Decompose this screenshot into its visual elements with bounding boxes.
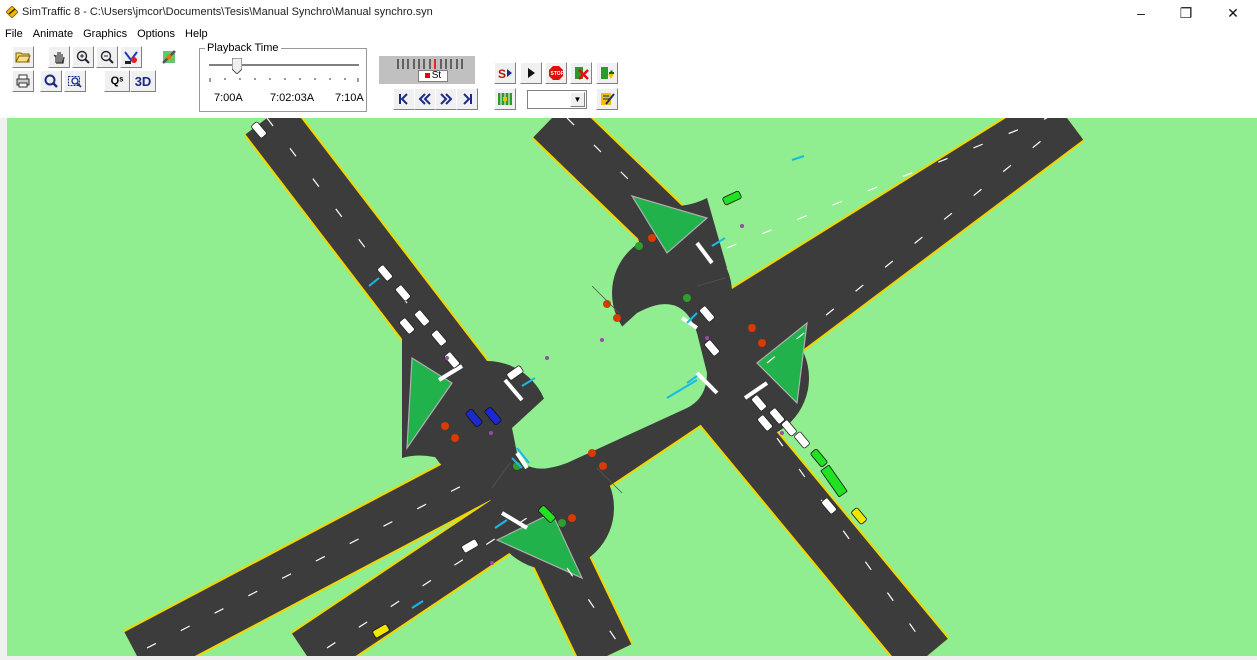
chevron-down-icon[interactable]: ▼ <box>570 92 585 107</box>
delete-history-button[interactable] <box>570 62 592 84</box>
step-end-icon <box>463 93 472 105</box>
zoom-in-icon <box>76 50 90 64</box>
pan-hand-icon <box>53 52 65 64</box>
open-button[interactable] <box>12 46 34 68</box>
map-settings-button[interactable] <box>596 88 618 110</box>
playback-time-label: Playback Time <box>205 42 281 54</box>
time-current-label: 7:02:03A <box>270 92 315 104</box>
playback-slider-ticks <box>209 78 359 82</box>
time-start-label: 7:00A <box>214 92 243 104</box>
minimize-button[interactable]: – <box>1118 0 1164 26</box>
print-button[interactable] <box>12 70 34 92</box>
play-icon <box>528 68 535 78</box>
zoom-all-icon <box>44 74 58 88</box>
zoom-window-icon <box>68 76 82 88</box>
zoom-window-button[interactable] <box>64 70 86 92</box>
signals-button[interactable] <box>120 46 142 68</box>
recorder-status: St <box>418 70 448 82</box>
time-end-label: 7:10A <box>335 92 364 104</box>
zoom-out-button[interactable] <box>96 46 118 68</box>
step-forward-icon <box>440 93 453 105</box>
menu-options[interactable]: Options <box>132 26 180 42</box>
step-back-icon <box>418 93 431 105</box>
menu-graphics[interactable]: Graphics <box>78 26 132 42</box>
print-icon <box>16 74 30 88</box>
pencil-chart-icon <box>601 93 615 105</box>
record-button[interactable]: S <box>494 62 516 84</box>
status-bar <box>0 656 1257 660</box>
network-button[interactable] <box>494 88 516 110</box>
zoom-scale-button[interactable]: Qˢ <box>104 70 130 92</box>
network-icon <box>498 93 512 105</box>
simulation-map[interactable] <box>7 118 1257 656</box>
record-icon: S <box>498 67 512 81</box>
app-logo-icon <box>6 6 18 18</box>
menu-animate[interactable]: Animate <box>28 26 78 42</box>
network-drawing[interactable] <box>7 118 1257 656</box>
title-bar: SimTraffic 8 - C:\Users\jmcor\Documents\… <box>0 0 1257 26</box>
step-back-button[interactable] <box>414 88 436 110</box>
seed-select[interactable]: ▼ <box>527 90 587 109</box>
svg-text:S: S <box>498 67 506 81</box>
open-folder-icon <box>15 52 31 63</box>
delete-history-icon <box>575 67 589 80</box>
playback-slider-thumb[interactable] <box>232 58 242 74</box>
stop-icon: STOP <box>549 66 565 80</box>
menu-help[interactable]: Help <box>180 26 213 42</box>
close-button[interactable]: ✕ <box>1210 0 1256 26</box>
step-start-button[interactable] <box>393 88 415 110</box>
step-end-button[interactable] <box>456 88 478 110</box>
menu-file[interactable]: File <box>0 26 28 42</box>
map-view-button[interactable] <box>158 46 180 68</box>
pan-button[interactable] <box>48 46 70 68</box>
step-start-icon <box>399 93 408 105</box>
map-settings-icon <box>162 50 176 64</box>
signals-icon <box>124 51 138 64</box>
window-title: SimTraffic 8 - C:\Users\jmcor\Documents\… <box>22 6 433 18</box>
toolbar: Qˢ 3D Playback Time 7:00A 7:02:03A 7:10A… <box>0 42 1257 118</box>
3d-view-button[interactable]: 3D <box>130 70 156 92</box>
seed-button[interactable] <box>596 62 618 84</box>
zoom-in-button[interactable] <box>72 46 94 68</box>
step-forward-button[interactable] <box>435 88 457 110</box>
seed-icon <box>601 67 614 79</box>
svg-text:STOP: STOP <box>551 71 565 77</box>
play-button[interactable] <box>520 62 542 84</box>
stop-button[interactable]: STOP <box>545 62 567 84</box>
zoom-all-button[interactable] <box>40 70 62 92</box>
maximize-button[interactable]: ❐ <box>1163 0 1209 26</box>
zoom-out-icon <box>100 50 114 64</box>
window-frame-left <box>0 118 7 656</box>
menu-bar: File Animate Graphics Options Help <box>0 26 213 42</box>
